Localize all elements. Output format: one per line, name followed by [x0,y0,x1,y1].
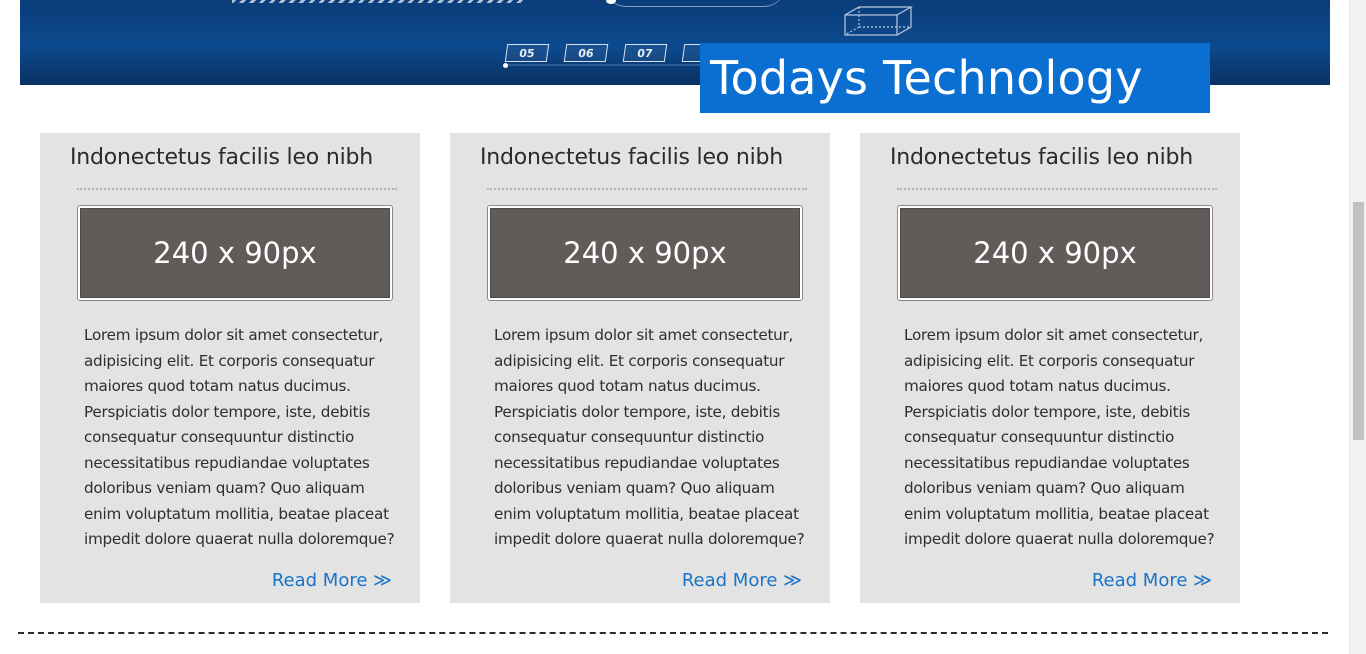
hero-decor-stripe [232,0,524,3]
slide-progress [503,63,704,68]
article-card: Indonectetus facilis leo nibh 240 x 90px… [40,133,420,603]
slide-number[interactable]: 05 [504,44,550,62]
read-more-link[interactable]: Read More ≫ [1092,570,1212,591]
card-body: Lorem ipsum dolor sit amet consectetur, … [904,326,1215,548]
slide-number[interactable]: 06 [563,44,609,62]
slide-number[interactable]: 07 [622,44,668,62]
card-title: Indonectetus facilis leo nibh [70,145,373,170]
card-image-placeholder: 240 x 90px [900,208,1210,298]
card-divider [897,188,1217,190]
card-divider [487,188,807,190]
read-more-link[interactable]: Read More ≫ [682,570,802,591]
card-image: 240 x 90px [487,205,803,301]
page: 05 06 07 Todays Technology Indonectetus … [0,0,1366,654]
card-image-placeholder: 240 x 90px [80,208,390,298]
cube-icon [844,6,913,36]
card-title: Indonectetus facilis leo nibh [890,145,1193,170]
hero-decor-arc [605,0,785,7]
card-divider [77,188,397,190]
vertical-scrollbar[interactable] [1349,0,1366,654]
scrollbar-thumb[interactable] [1353,202,1364,440]
slide-progress-dot [503,63,508,68]
read-more-link[interactable]: Read More ≫ [272,570,392,591]
card-body: Lorem ipsum dolor sit amet consectetur, … [494,326,805,548]
card-body: Lorem ipsum dolor sit amet consectetur, … [84,326,395,548]
card-image-placeholder: 240 x 90px [490,208,800,298]
card-title: Indonectetus facilis leo nibh [480,145,783,170]
section-divider [18,632,1328,634]
article-card: Indonectetus facilis leo nibh 240 x 90px… [450,133,830,603]
card-image: 240 x 90px [897,205,1213,301]
slide-number-list: 05 06 07 [504,44,727,62]
article-card: Indonectetus facilis leo nibh 240 x 90px… [860,133,1240,603]
card-image: 240 x 90px [77,205,393,301]
section-title: Todays Technology [700,43,1210,113]
